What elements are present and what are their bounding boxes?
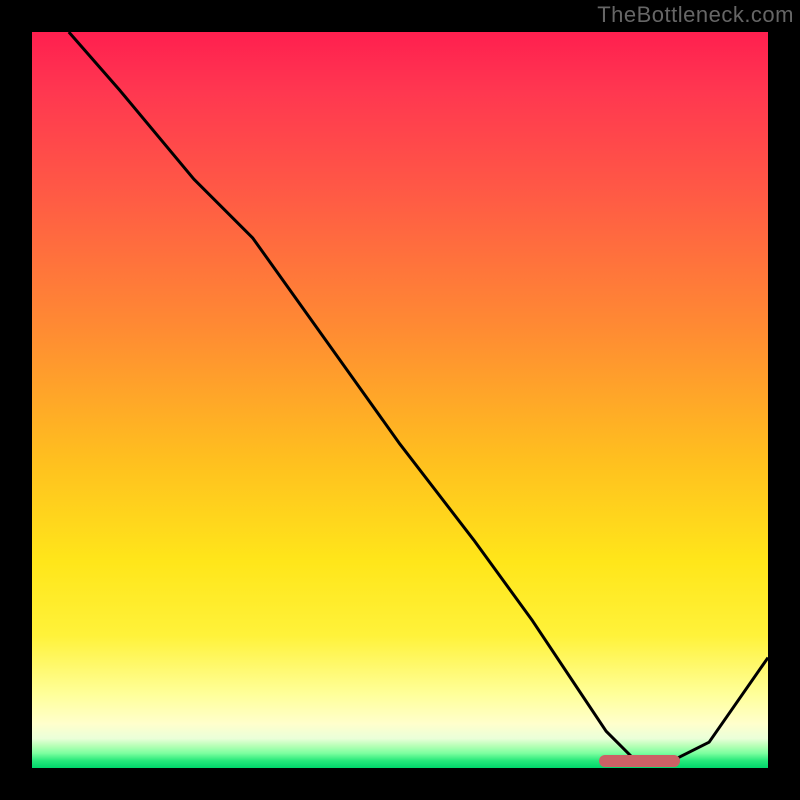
plot-area xyxy=(32,32,768,768)
gradient-background xyxy=(32,32,768,768)
optimal-marker xyxy=(599,755,680,767)
credit-text: TheBottleneck.com xyxy=(597,2,794,28)
